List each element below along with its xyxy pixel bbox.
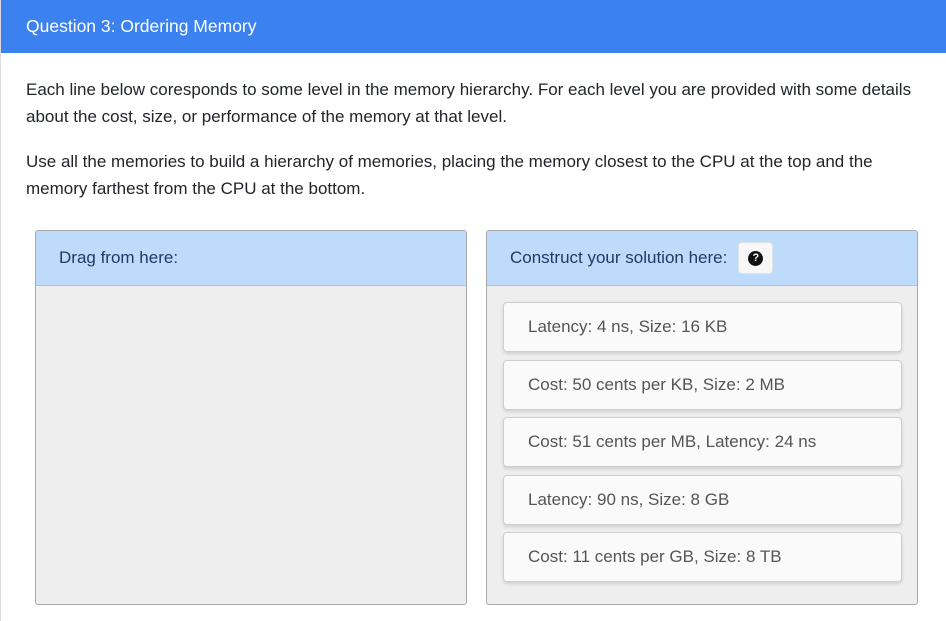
memory-block[interactable]: Cost: 51 cents per MB, Latency: 24 ns <box>503 417 902 467</box>
memory-block-label: Cost: 11 cents per GB, Size: 8 TB <box>528 547 782 566</box>
memory-block[interactable]: Cost: 11 cents per GB, Size: 8 TB <box>503 532 902 582</box>
source-panel-header: Drag from here: <box>36 231 466 286</box>
memory-block[interactable]: Latency: 90 ns, Size: 8 GB <box>503 474 902 525</box>
question-header: Question 3: Ordering Memory <box>1 0 946 53</box>
question-circle-icon: ? <box>748 250 764 266</box>
answer-panel-label: Construct your solution here: <box>510 248 728 267</box>
instructions-paragraph-1: Each line below coresponds to some level… <box>26 80 912 126</box>
memory-block-label: Cost: 51 cents per MB, Latency: 24 ns <box>528 432 817 451</box>
memory-block[interactable]: Latency: 4 ns, Size: 16 KB <box>503 302 902 352</box>
answer-panel-header: Construct your solution here: ? <box>487 231 917 286</box>
source-panel[interactable]: Drag from here: <box>35 230 467 605</box>
parsons-area: Drag from here: Construct your solution … <box>35 230 919 606</box>
question-title: Question 3: Ordering Memory <box>26 16 257 36</box>
answer-drop-zone[interactable]: Latency: 4 ns, Size: 16 KB Cost: 50 cent… <box>487 286 917 582</box>
source-drop-zone[interactable] <box>36 286 466 302</box>
source-panel-label: Drag from here: <box>59 248 179 267</box>
memory-block-label: Cost: 50 cents per KB, Size: 2 MB <box>528 374 786 394</box>
question-card: Question 3: Ordering Memory Each line be… <box>0 0 946 621</box>
instructions-paragraph-2: Use all the memories to build a hierarch… <box>26 152 873 198</box>
memory-block-label: Latency: 90 ns, Size: 8 GB <box>528 489 730 509</box>
answer-panel[interactable]: Construct your solution here: ? Latency:… <box>486 230 918 605</box>
memory-block[interactable]: Cost: 50 cents per KB, Size: 2 MB <box>503 359 902 410</box>
memory-block-label: Latency: 4 ns, Size: 16 KB <box>528 317 728 336</box>
question-body: Each line below coresponds to some level… <box>1 76 946 202</box>
help-button[interactable]: ? <box>738 242 774 274</box>
